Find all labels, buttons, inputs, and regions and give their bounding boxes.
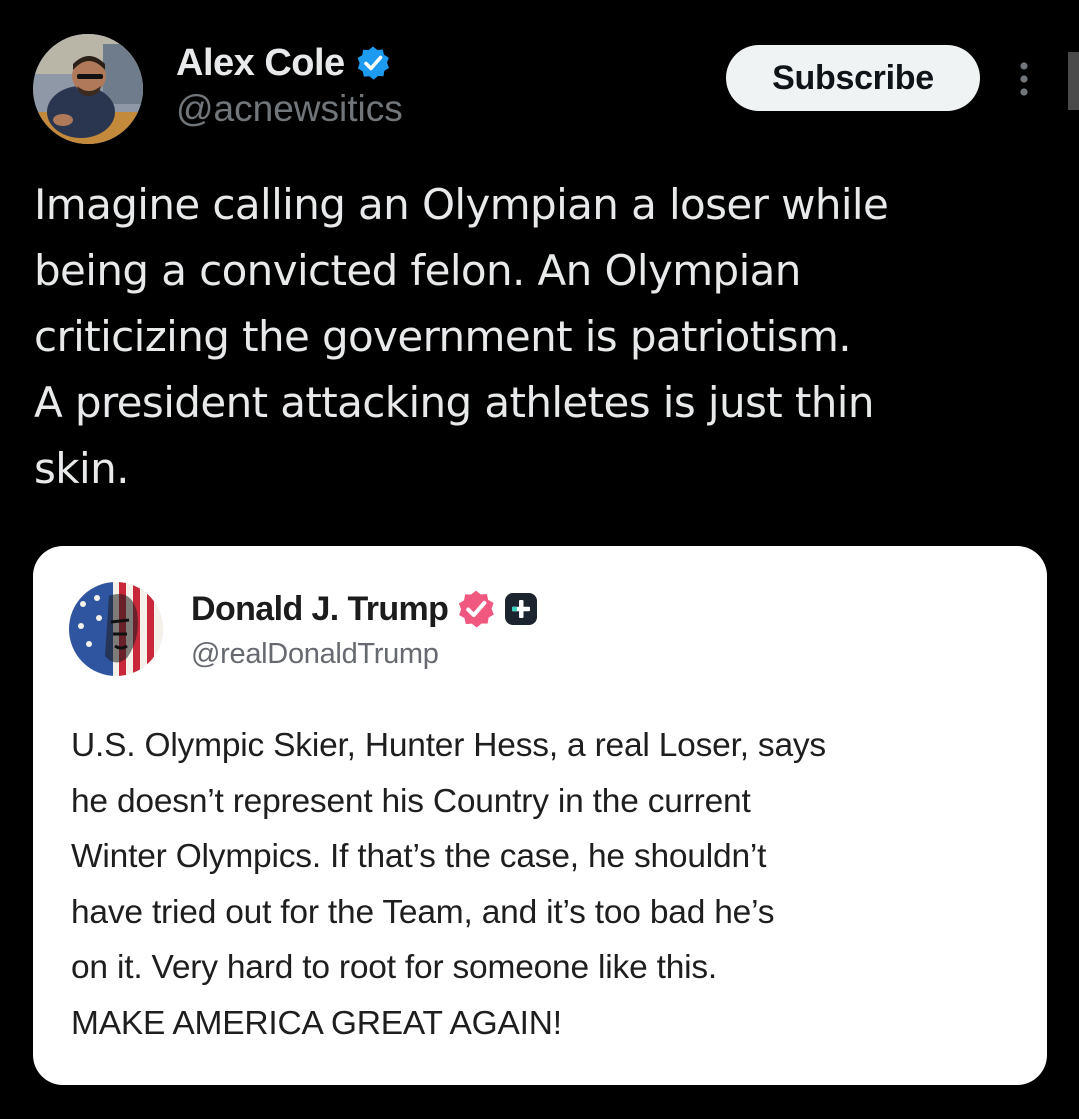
more-vertical-icon[interactable]: [1012, 58, 1036, 100]
quoted-post-card[interactable]: Donald J. Trump @realDonaldTrump U.S. Ol…: [33, 546, 1047, 1085]
post: Alex Cole @acnewsitics Subscribe Imagine…: [0, 0, 1079, 1119]
quote-text: U.S. Olympic Skier, Hunter Hess, a real …: [71, 727, 826, 1042]
subscribe-button[interactable]: Subscribe: [726, 45, 980, 111]
profile-photo-icon: [33, 34, 143, 144]
truth-social-plus-icon: [504, 592, 538, 626]
author-name-row: Alex Cole: [176, 40, 391, 86]
quote-name-row: Donald J. Trump: [191, 586, 538, 632]
scrollbar[interactable]: [1068, 52, 1079, 110]
quote-author-name[interactable]: Donald J. Trump: [191, 590, 449, 629]
verified-badge-icon[interactable]: [355, 45, 391, 81]
american-flag-portrait-icon: [69, 582, 163, 676]
quote-author-avatar[interactable]: [69, 582, 163, 676]
post-text: Imagine calling an Olympian a loser whil…: [34, 180, 889, 493]
author-handle[interactable]: @acnewsitics: [176, 88, 403, 130]
quote-author-handle[interactable]: @realDonaldTrump: [191, 638, 439, 671]
verified-badge-icon: [456, 589, 496, 629]
author-name[interactable]: Alex Cole: [176, 42, 345, 85]
author-avatar[interactable]: [33, 34, 143, 144]
